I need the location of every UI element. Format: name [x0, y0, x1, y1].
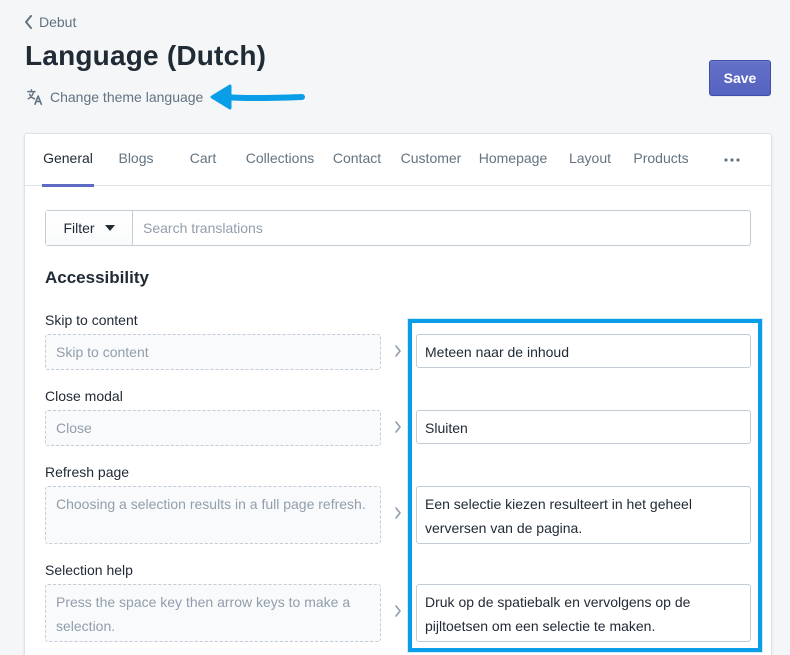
- annotation-arrow: [210, 84, 305, 110]
- translate-icon: [27, 89, 43, 106]
- tab-blogs[interactable]: Blogs: [116, 134, 156, 186]
- chevron-right-icon: [395, 605, 401, 617]
- chevron-left-icon: [25, 15, 32, 29]
- breadcrumb-label: Debut: [39, 14, 77, 30]
- caret-down-icon: [104, 225, 115, 231]
- translations-card: General Blogs Cart Collections Contact C…: [24, 133, 772, 655]
- row-label-refresh-page: Refresh page: [45, 464, 130, 480]
- page-title: Language (Dutch): [25, 40, 267, 71]
- translation-input-selection-help[interactable]: Druk op de spatiebalk en vervolgens op d…: [416, 584, 751, 642]
- tab-general[interactable]: General: [42, 134, 94, 187]
- more-tabs-button[interactable]: [720, 134, 744, 186]
- horizontal-dots-icon: [724, 158, 740, 162]
- tab-customer[interactable]: Customer: [400, 134, 462, 186]
- source-text-skip-to-content: Skip to content: [45, 334, 381, 370]
- row-label-close-modal: Close modal: [45, 388, 123, 404]
- row-label-selection-help: Selection help: [45, 562, 133, 578]
- source-text-close-modal: Close: [45, 410, 381, 446]
- tab-homepage[interactable]: Homepage: [478, 134, 548, 186]
- translation-input-refresh-page[interactable]: Een selectie kiezen resulteert in het ge…: [416, 486, 751, 544]
- change-theme-language-link[interactable]: Change theme language: [26, 88, 203, 106]
- filter-label: Filter: [63, 220, 95, 236]
- tab-products[interactable]: Products: [632, 134, 690, 186]
- breadcrumb-back-link[interactable]: Debut: [24, 14, 76, 30]
- source-text-selection-help: Press the space key then arrow keys to m…: [45, 584, 381, 642]
- translation-input-close-modal[interactable]: Sluiten: [416, 410, 751, 444]
- translation-input-skip-to-content[interactable]: Meteen naar de inhoud: [416, 334, 751, 368]
- change-theme-language-label: Change theme language: [50, 89, 204, 105]
- save-button[interactable]: Save: [709, 60, 771, 96]
- tab-bar: General Blogs Cart Collections Contact C…: [25, 134, 771, 187]
- tab-cart[interactable]: Cart: [188, 134, 218, 186]
- section-title: Accessibility: [45, 268, 149, 287]
- chevron-right-icon: [395, 507, 401, 519]
- tab-collections[interactable]: Collections: [244, 134, 316, 186]
- search-translations-input[interactable]: [133, 211, 750, 245]
- filter-button[interactable]: Filter: [46, 211, 133, 245]
- chevron-right-icon: [395, 345, 401, 357]
- tab-layout[interactable]: Layout: [568, 134, 612, 186]
- chevron-right-icon: [395, 421, 401, 433]
- tab-contact[interactable]: Contact: [332, 134, 382, 186]
- row-label-skip-to-content: Skip to content: [45, 312, 138, 328]
- filter-search-group: Filter: [45, 210, 751, 246]
- source-text-refresh-page: Choosing a selection results in a full p…: [45, 486, 381, 544]
